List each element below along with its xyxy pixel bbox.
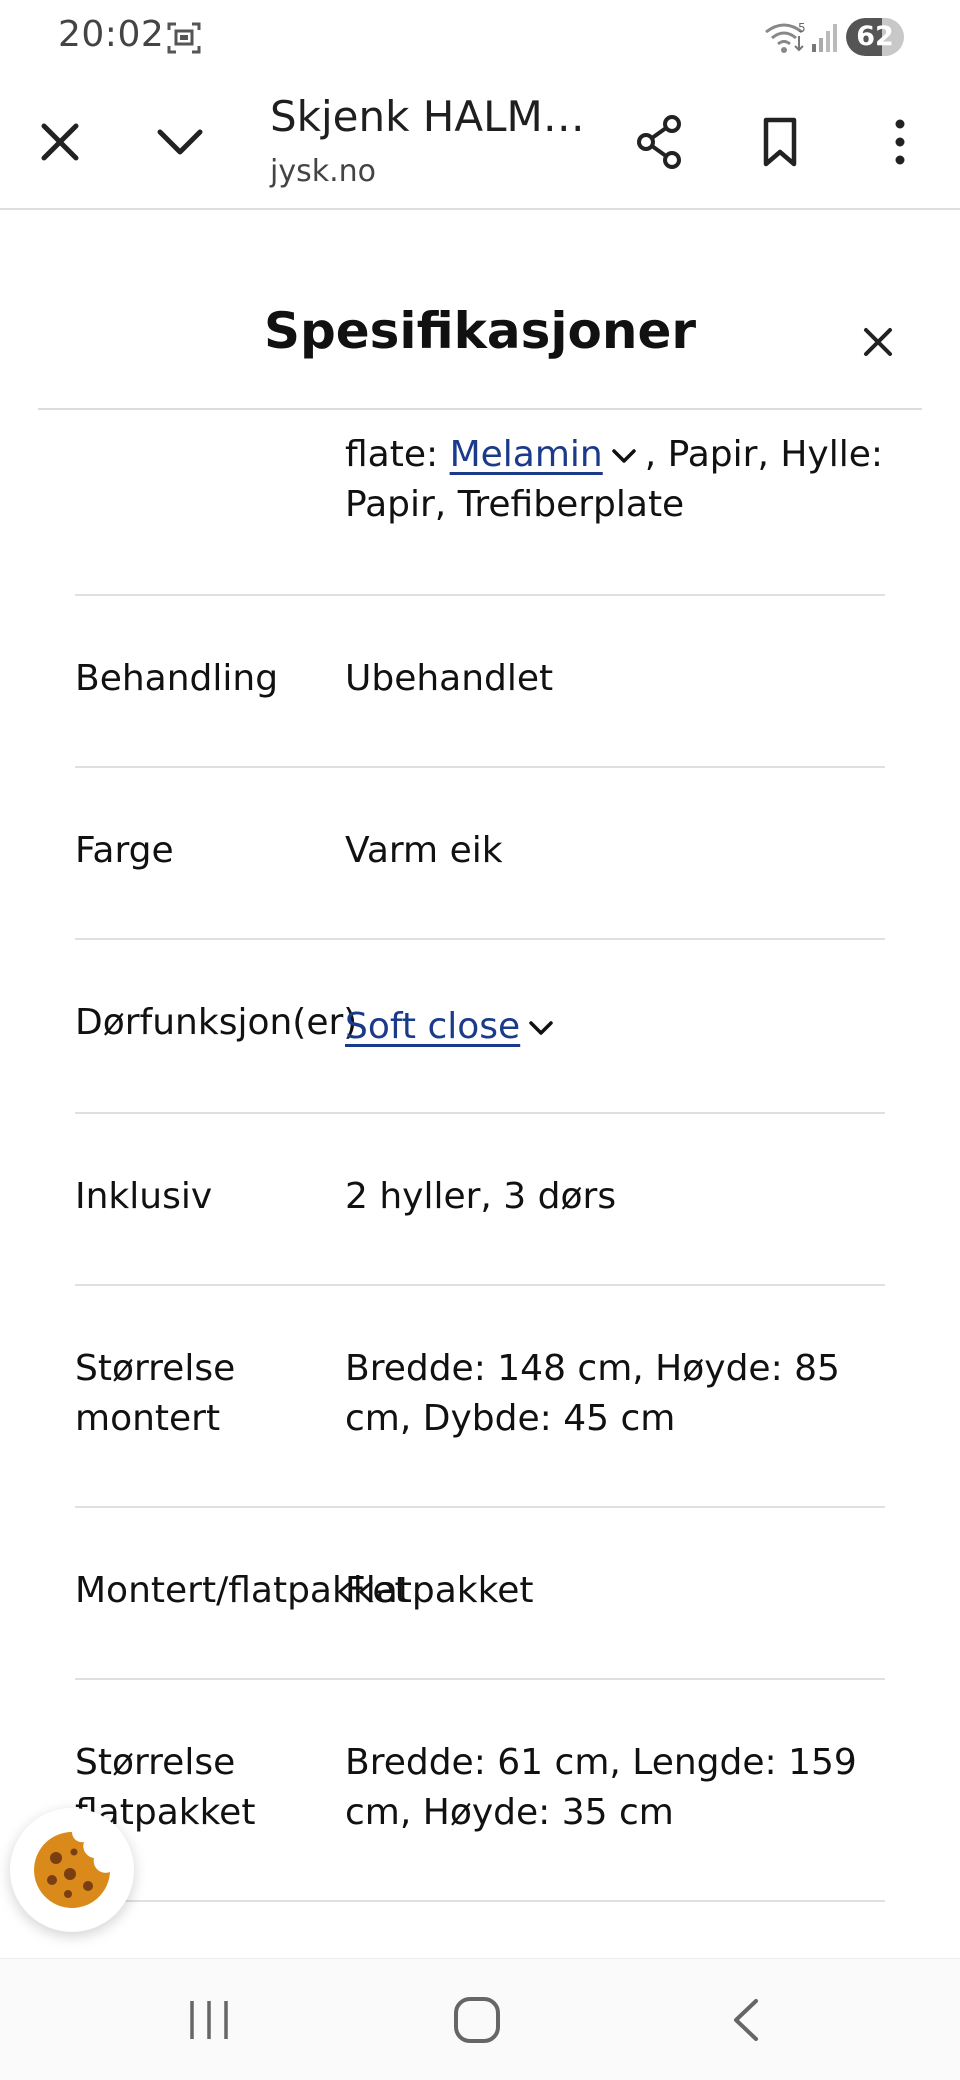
spec-row: Montert/flatpakket Flatpakket (75, 1508, 885, 1680)
battery-level: 62 (856, 21, 894, 52)
sheet-title: Spesifikasjoner (263, 302, 697, 360)
door-function-link[interactable]: Soft close (345, 1006, 520, 1047)
recent-apps-icon[interactable] (184, 1995, 234, 2045)
share-icon[interactable] (628, 110, 692, 174)
signal-icon (812, 24, 837, 52)
sheet-close-icon[interactable] (856, 320, 900, 364)
close-icon[interactable] (28, 110, 92, 174)
spec-label: Dørfunksjon(er) (75, 1002, 358, 1043)
status-time: 20:02 (58, 14, 165, 55)
screen-capture-icon (167, 22, 201, 54)
spec-row: Størrelse flatpakket Bredde: 61 cm, Leng… (75, 1680, 885, 1902)
battery-indicator: 62 (846, 18, 904, 56)
status-bar: 20:02 5 62 (0, 0, 960, 74)
spec-value: Bredde: 148 cm, Høyde: 85 cm, Dybde: 45 … (345, 1348, 840, 1439)
wifi-band-label: 5 (798, 21, 806, 35)
spec-value-door-function: Soft close (345, 1002, 885, 1052)
spec-row: Farge Varm eik (75, 768, 885, 940)
spec-label: Inklusiv (75, 1176, 213, 1217)
spec-row: Dørfunksjon(er) Soft close (75, 940, 885, 1114)
home-icon[interactable] (450, 1993, 504, 2047)
cookie-icon (34, 1832, 111, 1908)
spec-value: 2 hyller, 3 dørs (345, 1176, 617, 1217)
spec-row: Behandling Ubehandlet (75, 596, 885, 768)
more-options-icon[interactable] (868, 110, 932, 174)
spec-row: Inklusiv 2 hyller, 3 dørs (75, 1114, 885, 1286)
spec-value: Bredde: 61 cm, Lengde: 159 cm, Høyde: 35… (345, 1742, 857, 1833)
spec-value-material: flate: Melamin, Papir, Hylle: Papir, Tre… (345, 430, 885, 530)
spec-row-material: flate: Melamin, Papir, Hylle: Papir, Tre… (75, 410, 885, 596)
spec-label: Størrelse montert (75, 1348, 236, 1439)
wifi-icon: 5 (765, 21, 806, 53)
cookie-settings-button[interactable] (10, 1808, 134, 1932)
system-nav-bar (0, 1958, 960, 2080)
spec-label: Behandling (75, 658, 279, 699)
bookmark-icon[interactable] (748, 110, 812, 174)
spec-list[interactable]: flate: Melamin, Papir, Hylle: Papir, Tre… (0, 410, 960, 1958)
spec-value: Ubehandlet (345, 658, 554, 699)
spec-value: Varm eik (345, 830, 503, 871)
material-link-melamin[interactable]: Melamin (450, 434, 603, 475)
chevron-down-icon[interactable] (148, 110, 212, 174)
material-prefix: flate: (345, 434, 450, 475)
spec-label: Farge (75, 830, 174, 871)
chevron-down-icon[interactable] (607, 443, 641, 469)
spec-label: Montert/flatpakket (75, 1570, 409, 1611)
spec-value: Flatpakket (345, 1570, 534, 1611)
page-url[interactable]: jysk.no (270, 154, 376, 189)
browser-toolbar: Skjenk HALMS… jysk.no (0, 74, 960, 210)
chevron-down-icon[interactable] (524, 1015, 558, 1041)
back-icon[interactable] (726, 1995, 766, 2045)
spec-row: Størrelse montert Bredde: 148 cm, Høyde:… (75, 1286, 885, 1508)
page-title[interactable]: Skjenk HALMS… (270, 92, 600, 141)
